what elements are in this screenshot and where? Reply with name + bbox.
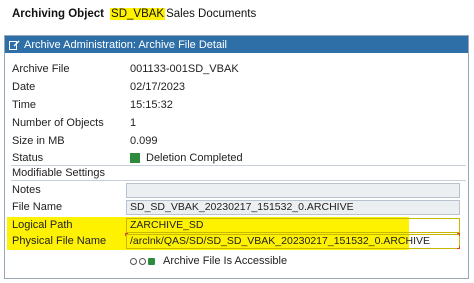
physical-file-name-label: Physical File Name: [12, 235, 107, 247]
logical-path-label: Logical Path: [12, 219, 73, 231]
date-value: 02/17/2023: [130, 81, 186, 93]
edit-doc-icon: [9, 40, 20, 50]
traffic-light-yellow-icon: [139, 257, 146, 265]
status-green-icon: [130, 153, 140, 164]
detail-row-number-of-objects: Number of Objects 1: [5, 116, 468, 131]
archiving-object-value: SD_VBAK Sales Documents: [110, 8, 257, 20]
archiving-object-code: SD_VBAK: [110, 8, 166, 20]
input-marker-corner: [125, 233, 128, 236]
detail-row-status: Status Deletion Completed: [5, 151, 468, 166]
modifiable-settings-title: Modifiable Settings: [12, 167, 105, 179]
logical-path-field[interactable]: ZARCHIVE_SD: [126, 218, 460, 233]
status-value: Deletion Completed: [130, 151, 243, 166]
file-name-label: File Name: [12, 201, 63, 213]
archive-file-label: Archive File: [12, 63, 70, 75]
time-label: Time: [12, 99, 37, 111]
physical-file-name-field[interactable]: /arclnk/QAS/SD/SD_SD_VBAK_20230217_15153…: [126, 234, 460, 249]
input-marker-corner: [457, 246, 460, 249]
detail-row-archive-file: Archive File 001133-001SD_VBAK: [5, 62, 468, 77]
detail-row-size: Size in MB 0.099: [5, 134, 468, 149]
size-label: Size in MB: [12, 135, 65, 147]
detail-row-time: Time 15:15:32: [5, 98, 468, 113]
notes-label: Notes: [12, 184, 41, 196]
size-value: 0.099: [130, 135, 158, 147]
number-of-objects-value: 1: [130, 117, 137, 129]
accessibility-status: Archive File Is Accessible: [130, 254, 287, 268]
traffic-light-red-icon: [130, 257, 137, 265]
archiving-object-header: Archiving Object SD_VBAK Sales Documents: [12, 6, 257, 22]
status-text: Deletion Completed: [146, 152, 243, 164]
archive-file-value: 001133-001SD_VBAK: [130, 63, 239, 75]
archiving-object-description: Sales Documents: [166, 8, 257, 20]
file-name-field[interactable]: SD_SD_VBAK_20230217_151532_0.ARCHIVE: [126, 200, 460, 215]
time-value: 15:15:32: [130, 99, 173, 111]
archive-file-detail-panel: Archive Administration: Archive File Det…: [4, 35, 469, 279]
accessibility-text: Archive File Is Accessible: [163, 255, 288, 267]
date-label: Date: [12, 81, 36, 93]
number-of-objects-label: Number of Objects: [12, 117, 104, 129]
archiving-object-label: Archiving Object: [12, 8, 105, 20]
panel-header: Archive Administration: Archive File Det…: [5, 36, 468, 53]
section-divider-bottom: [11, 180, 466, 181]
notes-field[interactable]: [126, 183, 460, 198]
detail-row-date: Date 02/17/2023: [5, 80, 468, 95]
panel-title: Archive Administration: Archive File Det…: [24, 38, 227, 51]
status-label: Status: [12, 152, 44, 164]
input-marker-corner: [457, 233, 460, 236]
traffic-light-green-icon: [148, 257, 155, 265]
